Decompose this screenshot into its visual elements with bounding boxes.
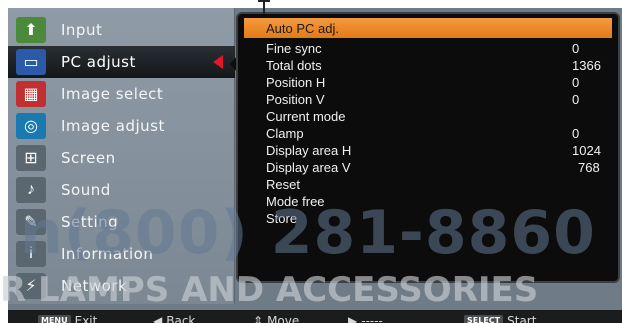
row-label: Auto PC adj. — [266, 20, 339, 36]
watermark-text: R LAMPS AND ACCESSORIES — [0, 270, 539, 310]
row-label: Current mode — [266, 108, 346, 124]
hint-next: ▶ ----- — [348, 314, 383, 323]
row-label: Clamp — [266, 125, 304, 141]
row-value: 0 — [572, 74, 580, 90]
row-position-v[interactable]: Position V 0 — [244, 90, 612, 108]
row-label: Position V — [266, 91, 325, 107]
row-auto-pc-adj[interactable]: Auto PC adj. — [244, 18, 612, 38]
left-arrow-icon: ◀ — [153, 313, 163, 323]
row-value: 1366 — [572, 57, 601, 73]
menu-item-image-select[interactable]: ▦ Image select — [8, 78, 235, 110]
hint-back: ◀ Back — [153, 314, 195, 323]
up-down-arrow-icon: ⇕ — [253, 313, 264, 323]
hint-label: Exit — [74, 313, 98, 323]
row-current-mode[interactable]: Current mode — [244, 107, 612, 125]
row-total-dots[interactable]: Total dots 1366 — [244, 56, 612, 74]
hint-start: SELECT Start — [464, 314, 536, 323]
input-icon: ⬆ — [16, 17, 46, 43]
select-key-icon: SELECT — [464, 315, 504, 323]
hint-move: ⇕ Move — [253, 314, 299, 323]
bottom-hint-bar: MENU Exit ◀ Back ⇕ Move ▶ ----- SELECT S… — [8, 310, 622, 323]
watermark-phone: n(800) 281-8860 — [20, 198, 596, 268]
row-label: Total dots — [266, 57, 322, 73]
row-label: Display area H — [266, 142, 352, 158]
screen-icon: ⊞ — [16, 145, 46, 171]
image-adjust-icon: ◎ — [16, 113, 46, 139]
pointer-stem-icon — [263, 0, 265, 14]
row-label: Fine sync — [266, 40, 322, 56]
row-value: 0 — [572, 40, 580, 56]
row-label: Reset — [266, 176, 300, 192]
menu-item-pc-adjust[interactable]: ▭ PC adjust — [8, 46, 235, 78]
right-arrow-icon: ▶ — [348, 313, 358, 323]
row-display-area-h[interactable]: Display area H 1024 — [244, 141, 612, 159]
menu-item-screen[interactable]: ⊞ Screen — [8, 142, 235, 174]
monitor-icon: ▭ — [16, 49, 46, 75]
row-label: Display area V — [266, 159, 351, 175]
menu-item-label: Image select — [61, 85, 164, 103]
hint-label: Start — [507, 313, 537, 323]
row-clamp[interactable]: Clamp 0 — [244, 124, 612, 142]
row-value: 1024 — [572, 142, 601, 158]
row-reset[interactable]: Reset — [244, 175, 612, 193]
menu-item-label: Image adjust — [61, 117, 165, 135]
row-position-h[interactable]: Position H 0 — [244, 73, 612, 91]
hint-label: Move — [267, 313, 300, 323]
menu-item-label: Input — [61, 21, 103, 39]
hint-exit: MENU Exit — [38, 314, 97, 323]
menu-item-image-adjust[interactable]: ◎ Image adjust — [8, 110, 235, 142]
row-value: 0 — [572, 91, 580, 107]
menu-item-input[interactable]: ⬆ Input — [8, 14, 235, 46]
hint-label: Back — [166, 313, 196, 323]
menu-item-label: Sound — [61, 181, 111, 199]
selected-arrow-icon — [213, 55, 223, 69]
menu-item-label: Screen — [61, 149, 116, 167]
row-label: Position H — [266, 74, 326, 90]
row-display-area-v[interactable]: Display area V 768 — [244, 158, 612, 176]
menu-key-icon: MENU — [38, 315, 71, 323]
menu-item-label: PC adjust — [61, 53, 136, 71]
hint-label: ----- — [361, 313, 383, 323]
row-fine-sync[interactable]: Fine sync 0 — [244, 39, 612, 57]
row-value: 0 — [572, 125, 580, 141]
row-value: 768 — [578, 159, 600, 175]
image-select-icon: ▦ — [16, 81, 46, 107]
